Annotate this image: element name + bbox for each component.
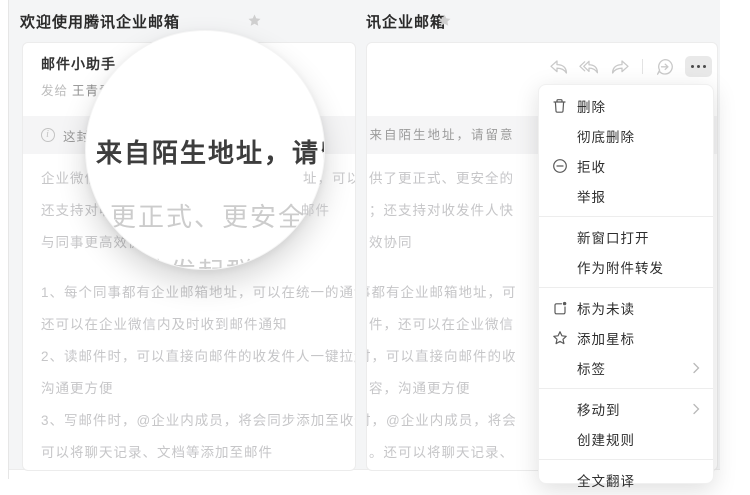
reply-all-icon[interactable] <box>578 57 600 76</box>
body-text: 可以将聊天记录、文档等添加至邮件 <box>41 441 273 461</box>
lens-warning-text: 来自陌生地址，请留意 <box>96 133 325 170</box>
body-text: 件，还可以在企业微信 <box>369 313 514 333</box>
body-text: 。还可以将聊天记录、 <box>369 441 514 461</box>
menu-item-translate[interactable]: 全文翻译 <box>539 465 713 495</box>
chevron-right-icon <box>692 362 700 374</box>
menu-item-label: 标为未读 <box>577 298 635 318</box>
menu-item-label: 移动到 <box>577 399 621 419</box>
mail-subject-left: 欢迎使用腾讯企业邮箱 <box>20 11 180 32</box>
body-text: ；还支持对收发件人快 <box>369 199 514 219</box>
body-text: 时，可以直接向邮件的收 <box>366 345 517 365</box>
body-text: 邮件 <box>301 199 330 219</box>
body-text: 事都有企业邮箱地址，可 <box>366 281 517 301</box>
body-text: 沟通更方便 <box>41 377 114 397</box>
info-icon: i <box>41 128 55 142</box>
menu-item-delete[interactable]: 删除 <box>539 91 713 121</box>
body-text: 1、每个同事都有企业邮箱地址，可以在统一的通讯录 <box>41 281 356 301</box>
body-text: 2、读邮件时，可以直接向邮件的收发件人一键拉起群聊 <box>41 345 356 365</box>
menu-item-move-to[interactable]: 移动到 <box>539 394 713 424</box>
body-text: 3、写邮件时，@企业内成员，将会同步添加至收件人 <box>41 409 356 429</box>
menu-item-label: 全文翻译 <box>577 470 635 490</box>
mark-unread-icon <box>552 300 577 316</box>
menu-item-mark-unread[interactable]: 标为未读 <box>539 293 713 323</box>
forward-icon[interactable] <box>609 57 631 76</box>
menu-item-create-rule[interactable]: 创建规则 <box>539 424 713 454</box>
notice-text: 件来自陌生地址，请留意 <box>366 116 515 154</box>
menu-item-label: 创建规则 <box>577 429 635 449</box>
menu-separator <box>539 388 713 389</box>
menu-item-label: 添加星标 <box>577 328 635 348</box>
star-icon[interactable] <box>437 13 452 28</box>
menu-item-label: 新窗口打开 <box>577 227 650 247</box>
mail-subject-right: 讯企业邮箱 <box>366 11 446 32</box>
mail-toolbar <box>547 56 712 77</box>
body-text: 址，可以 <box>303 167 356 187</box>
trash-icon <box>552 98 577 114</box>
menu-item-open-new-window[interactable]: 新窗口打开 <box>539 222 713 252</box>
menu-item-report[interactable]: 举报 <box>539 181 713 211</box>
toolbar-divider <box>642 59 643 74</box>
menu-item-label: 作为附件转发 <box>577 257 664 277</box>
reply-icon[interactable] <box>547 57 569 76</box>
body-text: 时，@企业内成员，将会 <box>366 409 517 429</box>
to-label: 发给 <box>41 84 68 98</box>
magnifier-lens: 来自陌生地址，请留意 更正式、更安全的工 快发起群聊 <box>85 30 325 270</box>
menu-item-label: 彻底删除 <box>577 126 635 146</box>
menu-item-label: 标签 <box>577 358 606 378</box>
menu-item-delete-permanently[interactable]: 彻底删除 <box>539 121 713 151</box>
menu-item-label: 删除 <box>577 96 606 116</box>
body-text: 容，沟通更方便 <box>369 377 471 397</box>
chevron-right-icon <box>692 403 700 415</box>
minus-circle-icon <box>552 158 577 174</box>
menu-item-label: 拒收 <box>577 156 606 176</box>
more-actions-menu: 删除 彻底删除 拒收 举报 新窗口打开 作为附件转发 <box>538 84 714 484</box>
lens-body-text-2: 快发起群聊 <box>142 252 282 270</box>
star-icon[interactable] <box>247 13 262 28</box>
menu-item-reject[interactable]: 拒收 <box>539 151 713 181</box>
body-text: 效协同 <box>369 231 413 251</box>
body-text: 还可以在企业微信内及时收到邮件通知 <box>41 313 288 333</box>
sender-name: 邮件小助手 <box>41 54 116 74</box>
more-actions-button[interactable] <box>685 56 712 77</box>
menu-item-add-star[interactable]: 添加星标 <box>539 323 713 353</box>
menu-item-forward-as-attachment[interactable]: 作为附件转发 <box>539 252 713 282</box>
menu-item-label: 举报 <box>577 186 606 206</box>
menu-separator <box>539 216 713 217</box>
adjacent-panel-edge <box>0 0 9 479</box>
menu-item-label-tag[interactable]: 标签 <box>539 353 713 383</box>
reply-and-chat-icon[interactable] <box>654 57 676 76</box>
lens-body-text: 更正式、更安全的工 <box>110 197 325 234</box>
star-outline-icon <box>552 330 577 346</box>
menu-separator <box>539 287 713 288</box>
menu-separator <box>539 459 713 460</box>
body-text: 供了更正式、更安全的 <box>369 167 514 187</box>
